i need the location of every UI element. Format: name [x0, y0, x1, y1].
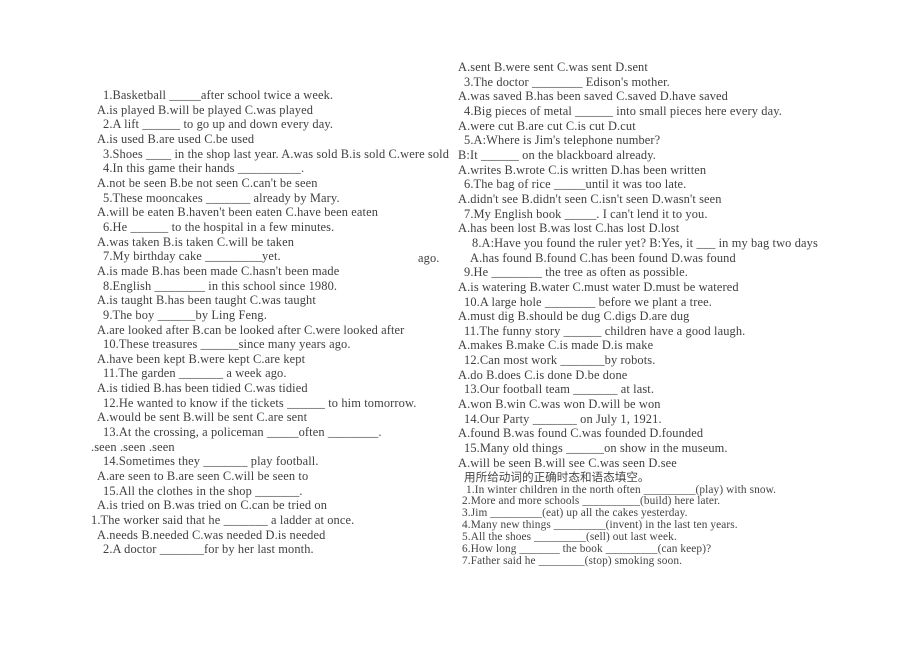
question-line: 6.The bag of rice _____until it was too … — [464, 177, 687, 192]
question-line: 6.He ______ to the hospital in a few min… — [103, 219, 335, 234]
question-line: 15.All the clothes in the shop _______. — [103, 483, 303, 498]
section-instruction: 用所给动词的正确时态和语态填空。 — [464, 470, 650, 485]
question-line: 15.Many old things ______on show in the … — [464, 441, 728, 456]
left-column: 1.Basketball _____after school twice a w… — [91, 88, 457, 557]
question-line: A.was saved B.has been saved C.saved D.h… — [458, 89, 728, 104]
question-line: A.are seen to B.are seen C.will be seen … — [97, 469, 309, 484]
question-line: A.found B.was found C.was founded D.foun… — [458, 426, 704, 441]
question-line: 11.The garden _______ a week ago. — [103, 366, 287, 381]
question-line: 12.He wanted to know if the tickets ____… — [103, 395, 417, 410]
question-line: 9.The boy ______by Ling Feng. — [103, 307, 267, 322]
question-line: A.would be sent B.will be sent C.are sen… — [97, 410, 308, 425]
question-line: A.were cut B.are cut C.is cut D.cut — [458, 118, 636, 133]
fill-in-item: 7.Father said he ________(stop) smoking … — [462, 555, 683, 568]
question-line: 5.A:Where is Jim's telephone number? — [464, 133, 661, 148]
question-line: A.writes B.wrote C.is written D.has been… — [458, 162, 707, 177]
question-line: A.makes B.make C.is made D.is make — [458, 338, 654, 353]
question-line: 2.A doctor _______for by her last month. — [103, 542, 314, 557]
question-line: 8.A:Have you found the ruler yet? B:Yes,… — [472, 235, 818, 250]
question-line: 7.My English book _____. I can't lend it… — [464, 206, 708, 221]
question-line: 12.Can most work _______by robots. — [464, 353, 656, 368]
question-line: A.has been lost B.was lost C.has lost D.… — [458, 221, 680, 236]
question-line: 4.In this game their hands __________. — [103, 161, 305, 176]
left-column-lines: 1.Basketball _____after school twice a w… — [91, 88, 457, 557]
question-line: A.won B.win C.was won D.will be won — [458, 397, 661, 412]
question-line: 11.The funny story ______ children have … — [464, 323, 746, 338]
question-line: 3.Shoes ____ in the shop last year. A.wa… — [103, 146, 450, 161]
question-line: A.is watering B.water C.must water D.mus… — [458, 279, 739, 294]
question-line-text: A.has found B.found C.has been found D.w… — [470, 250, 736, 265]
question-line: A.is made B.has been made C.hasn't been … — [97, 263, 340, 278]
worksheet-page: 1.Basketball _____after school twice a w… — [0, 0, 920, 647]
question-line: 5.These mooncakes _______ already by Mar… — [103, 190, 340, 205]
question-line: ago. A.has found B.found C.has been found… — [418, 251, 850, 266]
question-line: A.are looked after B.can be looked after… — [97, 322, 405, 337]
question-line: 8.English ________ in this school since … — [103, 278, 338, 293]
question-line: 10.A large hole ________ before we plant… — [464, 294, 712, 309]
question-line: A.was taken B.is taken C.will be taken — [97, 234, 295, 249]
question-line: A.is tried on B.was tried on C.can be tr… — [97, 498, 328, 513]
question-line: 13.Our football team _______ at last. — [464, 382, 655, 397]
question-line: A.is played B.will be played C.was playe… — [97, 102, 314, 117]
question-line: A.is used B.are used C.be used — [97, 131, 255, 146]
question-line: A.didn't see B.didn't seen C.isn't seen … — [458, 191, 722, 206]
question-line: 13.At the crossing, a policeman _____oft… — [103, 425, 382, 440]
question-line: A.needs B.needed C.was needed D.is neede… — [97, 527, 326, 542]
question-line: 10.These treasures ______since many year… — [103, 337, 351, 352]
fill-in-section: 1.In winter children in the north often … — [458, 484, 850, 568]
question-line: A.do B.does C.is done D.be done — [458, 367, 628, 382]
question-line: 7.My birthday cake _________yet. — [103, 249, 281, 264]
question-line: A.will be eaten B.haven't been eaten C.h… — [97, 205, 379, 220]
question-line: 9.He ________ the tree as often as possi… — [464, 265, 688, 280]
question-line: .seen .seen .seen — [91, 439, 175, 454]
question-line: A.not be seen B.be not seen C.can't be s… — [97, 175, 318, 190]
question-line: 1.Basketball _____after school twice a w… — [103, 88, 334, 102]
question-line: A.is tidied B.has been tidied C.was tidi… — [97, 381, 308, 396]
question-line: 1.The worker said that he _______ a ladd… — [91, 513, 355, 528]
question-line: 14.Our Party _______ on July 1, 1921. — [464, 411, 662, 426]
question-line: A.sent B.were sent C.was sent D.sent — [458, 60, 648, 74]
question-line: A.is taught B.has been taught C.was taug… — [97, 293, 316, 308]
question-line: A.must dig B.should be dug C.digs D.are … — [458, 309, 690, 324]
question-line: A.have been kept B.were kept C.are kept — [97, 351, 306, 366]
question-line: 4.Big pieces of metal ______ into small … — [464, 103, 782, 118]
wrapped-line-tail: ago. — [418, 250, 440, 265]
right-column: A.sent B.were sent C.was sent D.sent 3.Th… — [418, 60, 850, 568]
question-line: A.will be seen B.will see C.was seen D.s… — [458, 455, 677, 470]
question-line: 2.A lift ______ to go up and down every … — [103, 117, 334, 132]
question-line: B:It ______ on the blackboard already. — [458, 147, 656, 162]
question-line: 3.The doctor ________ Edison's mother. — [464, 74, 670, 89]
right-column-lines: A.sent B.were sent C.was sent D.sent 3.Th… — [418, 60, 850, 470]
question-line: 14.Sometimes they _______ play football. — [103, 454, 319, 469]
